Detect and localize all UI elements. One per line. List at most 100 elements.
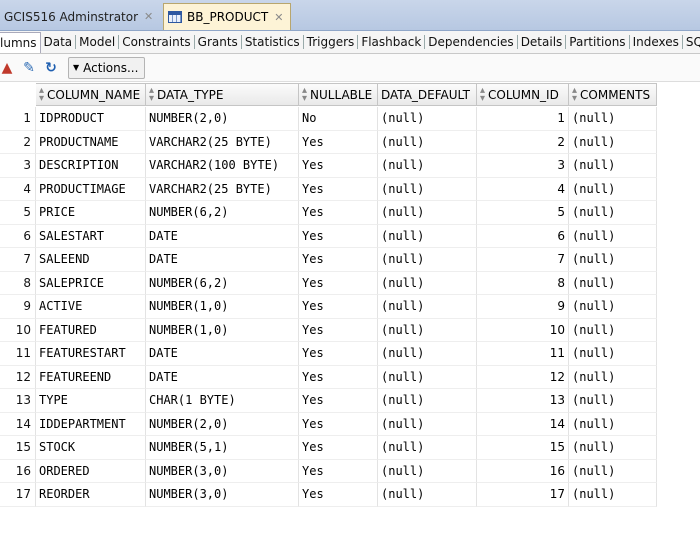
cell-id[interactable]: 10 <box>477 318 569 342</box>
cell-id[interactable]: 16 <box>477 459 569 483</box>
cell-nullable[interactable]: Yes <box>299 342 378 366</box>
cell-nullable[interactable]: Yes <box>299 248 378 272</box>
data-default-header[interactable]: DATA_DEFAULT <box>378 83 477 106</box>
cell-name[interactable]: SALEEND <box>36 248 146 272</box>
cell-id[interactable]: 7 <box>477 248 569 272</box>
cell-name[interactable]: SALESTART <box>36 224 146 248</box>
table-row[interactable]: 14 IDDEPARTMENT NUMBER(2,0) Yes (null) 14 (nul… <box>0 412 657 436</box>
cell-comments[interactable]: (null) <box>569 107 657 131</box>
cell-nullable[interactable]: Yes <box>299 224 378 248</box>
cell-default[interactable]: (null) <box>378 318 477 342</box>
cell-id[interactable]: 5 <box>477 201 569 225</box>
cell-comments[interactable]: (null) <box>569 295 657 319</box>
tab-sql[interactable]: SQL <box>683 35 700 49</box>
tab-details[interactable]: Details <box>518 35 567 49</box>
cell-id[interactable]: 15 <box>477 436 569 460</box>
cell-name[interactable]: IDPRODUCT <box>36 107 146 131</box>
cell-name[interactable]: SALEPRICE <box>36 271 146 295</box>
cell-type[interactable]: NUMBER(6,2) <box>146 271 299 295</box>
cell-type[interactable]: VARCHAR2(100 BYTE) <box>146 154 299 178</box>
cell-id[interactable]: 2 <box>477 130 569 154</box>
cell-name[interactable]: ACTIVE <box>36 295 146 319</box>
cell-id[interactable]: 14 <box>477 412 569 436</box>
table-row[interactable]: 3 DESCRIPTION VARCHAR2(100 BYTE) Yes (null) 3… <box>0 154 657 178</box>
cell-comments[interactable]: (null) <box>569 483 657 507</box>
cell-comments[interactable]: (null) <box>569 412 657 436</box>
cell-id[interactable]: 9 <box>477 295 569 319</box>
cell-id[interactable]: 12 <box>477 365 569 389</box>
cell-comments[interactable]: (null) <box>569 201 657 225</box>
cell-comments[interactable]: (null) <box>569 177 657 201</box>
cell-id[interactable]: 1 <box>477 107 569 131</box>
table-row[interactable]: 11 FEATURESTART DATE Yes (null) 11 (null) <box>0 342 657 366</box>
table-row[interactable]: 12 FEATUREEND DATE Yes (null) 12 (null) <box>0 365 657 389</box>
tab-dependencies[interactable]: Dependencies <box>425 35 518 49</box>
cell-nullable[interactable]: Yes <box>299 201 378 225</box>
cell-type[interactable]: NUMBER(3,0) <box>146 459 299 483</box>
cell-type[interactable]: NUMBER(6,2) <box>146 201 299 225</box>
cell-type[interactable]: NUMBER(1,0) <box>146 318 299 342</box>
cell-comments[interactable]: (null) <box>569 318 657 342</box>
table-row[interactable]: 8 SALEPRICE NUMBER(6,2) Yes (null) 8 (null) <box>0 271 657 295</box>
cell-default[interactable]: (null) <box>378 130 477 154</box>
column-name-header[interactable]: ▴ ▾ COLUMN_NAME <box>36 83 146 106</box>
tab-constraints[interactable]: Constraints <box>119 35 195 49</box>
cell-default[interactable]: (null) <box>378 389 477 413</box>
cell-nullable[interactable]: Yes <box>299 459 378 483</box>
cell-comments[interactable]: (null) <box>569 389 657 413</box>
table-row[interactable]: 10 FEATURED NUMBER(1,0) Yes (null) 10 (null) <box>0 318 657 342</box>
tab-bb-product[interactable]: BB_PRODUCT ✕ <box>163 3 291 30</box>
table-row[interactable]: 6 SALESTART DATE Yes (null) 6 (null) <box>0 224 657 248</box>
cell-id[interactable]: 11 <box>477 342 569 366</box>
actions-button[interactable]: ▼ Actions... <box>68 56 146 79</box>
cell-default[interactable]: (null) <box>378 177 477 201</box>
table-row[interactable]: 7 SALEEND DATE Yes (null) 7 (null) <box>0 248 657 272</box>
table-row[interactable]: 4 PRODUCTIMAGE VARCHAR2(25 BYTE) Yes (null) 4… <box>0 177 657 201</box>
cell-name[interactable]: FEATUREEND <box>36 365 146 389</box>
cell-default[interactable]: (null) <box>378 483 477 507</box>
cell-type[interactable]: NUMBER(2,0) <box>146 107 299 131</box>
cell-name[interactable]: STOCK <box>36 436 146 460</box>
table-row[interactable]: 13 TYPE CHAR(1 BYTE) Yes (null) 13 (null) <box>0 389 657 413</box>
cell-id[interactable]: 17 <box>477 483 569 507</box>
cell-default[interactable]: (null) <box>378 342 477 366</box>
column-id-header[interactable]: ▴ ▾ COLUMN_ID <box>477 83 569 106</box>
cell-nullable[interactable]: Yes <box>299 295 378 319</box>
cell-name[interactable]: TYPE <box>36 389 146 413</box>
table-row[interactable]: 2 PRODUCTNAME VARCHAR2(25 BYTE) Yes (null) 2(… <box>0 130 657 154</box>
cell-comments[interactable]: (null) <box>569 459 657 483</box>
cell-default[interactable]: (null) <box>378 201 477 225</box>
cell-default[interactable]: (null) <box>378 271 477 295</box>
cell-default[interactable]: (null) <box>378 248 477 272</box>
tab-triggers[interactable]: Triggers <box>304 35 359 49</box>
edit-icon[interactable]: ✎ <box>20 59 38 77</box>
cell-comments[interactable]: (null) <box>569 365 657 389</box>
data-type-header[interactable]: ▴ ▾ DATA_TYPE <box>146 83 299 106</box>
cell-default[interactable]: (null) <box>378 295 477 319</box>
cell-id[interactable]: 6 <box>477 224 569 248</box>
cell-type[interactable]: NUMBER(2,0) <box>146 412 299 436</box>
cell-comments[interactable]: (null) <box>569 130 657 154</box>
cell-id[interactable]: 13 <box>477 389 569 413</box>
cell-comments[interactable]: (null) <box>569 436 657 460</box>
cell-id[interactable]: 4 <box>477 177 569 201</box>
cell-comments[interactable]: (null) <box>569 271 657 295</box>
tab-flashback[interactable]: Flashback <box>358 35 426 49</box>
tab-model[interactable]: Model <box>76 35 120 49</box>
cell-nullable[interactable]: No <box>299 107 378 131</box>
cell-name[interactable]: IDDEPARTMENT <box>36 412 146 436</box>
cell-type[interactable]: CHAR(1 BYTE) <box>146 389 299 413</box>
cell-default[interactable]: (null) <box>378 459 477 483</box>
cell-type[interactable]: DATE <box>146 248 299 272</box>
tab-gcis516-admin[interactable]: GCIS516 Adminstrator ✕ <box>0 4 158 29</box>
table-row[interactable]: 17 REORDER NUMBER(3,0) Yes (null) 17 (null) <box>0 483 657 507</box>
tab-partitions[interactable]: Partitions <box>566 35 630 49</box>
cell-comments[interactable]: (null) <box>569 154 657 178</box>
cell-default[interactable]: (null) <box>378 154 477 178</box>
cell-default[interactable]: (null) <box>378 107 477 131</box>
cell-nullable[interactable]: Yes <box>299 130 378 154</box>
table-row[interactable]: 1 IDPRODUCT NUMBER(2,0) No (null) 1 (null) <box>0 107 657 131</box>
cell-type[interactable]: NUMBER(5,1) <box>146 436 299 460</box>
comments-header[interactable]: ▴ ▾ COMMENTS <box>569 83 657 106</box>
cell-nullable[interactable]: Yes <box>299 483 378 507</box>
